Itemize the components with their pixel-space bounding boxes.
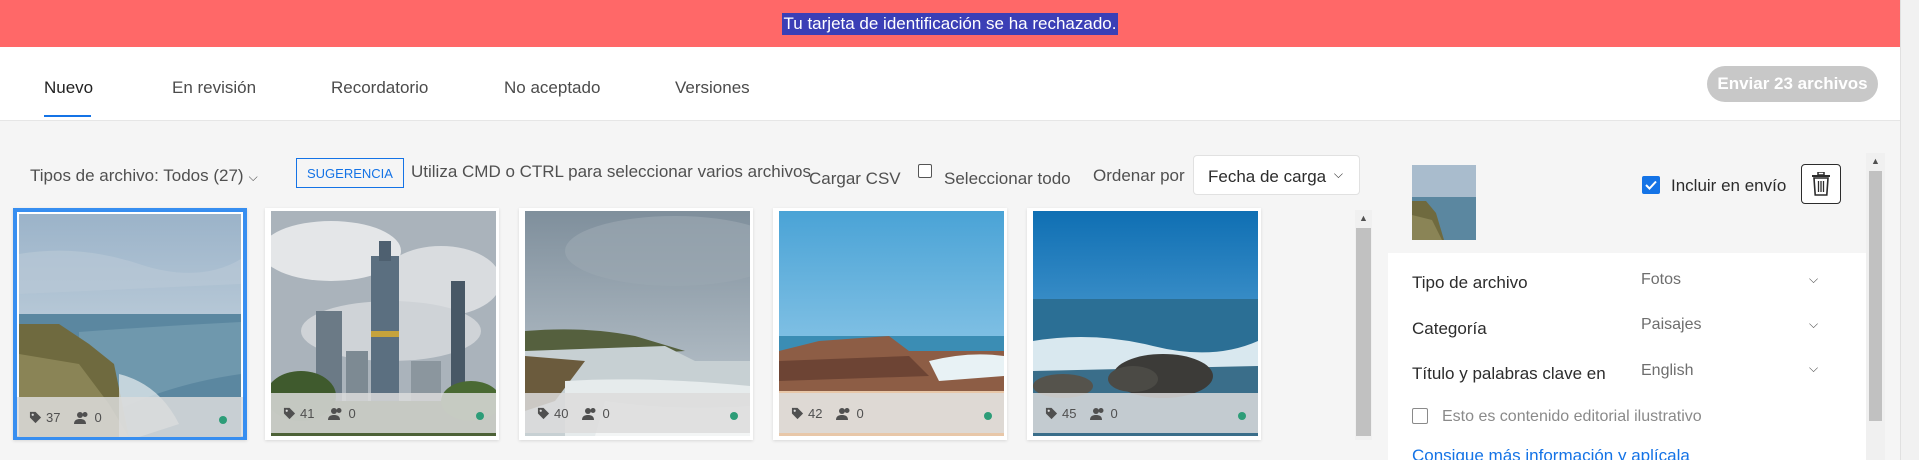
chevron-down-icon[interactable]: ⌵ (1809, 361, 1818, 376)
scroll-up-icon[interactable]: ▲ (1359, 213, 1368, 223)
include-in-submission-checkbox[interactable] (1642, 176, 1660, 194)
asset-card-footer: 37 0 (17, 397, 243, 437)
keyword-count: 37 (46, 409, 61, 425)
people-count: 0 (602, 405, 610, 421)
grid-toolbar: Tipos de archivo: Todos (27) ⌵ SUGERENCIA… (0, 155, 1380, 195)
title-language-label: Título y palabras clave en (1412, 364, 1606, 383)
keyword-count: 45 (1062, 405, 1077, 421)
chevron-down-icon: ⌵ (1333, 167, 1343, 181)
people-count: 0 (348, 405, 356, 421)
panel-scrollbar[interactable]: ▲ (1866, 153, 1885, 460)
asset-card[interactable]: 37 0 (13, 208, 247, 440)
sort-select-value: Fecha de carga (1208, 167, 1327, 186)
tag-icon (29, 411, 42, 423)
asset-card-footer: 45 0 (1033, 393, 1258, 433)
status-ok-dot (984, 412, 992, 420)
file-type-filter-label: Tipos de archivo: Todos (27) (30, 166, 244, 185)
chevron-down-icon[interactable]: ⌵ (1809, 317, 1818, 332)
asset-detail-header: Incluir en envío (1388, 153, 1866, 253)
asset-card[interactable]: 45 0 (1027, 208, 1261, 440)
tab-en-revision[interactable]: En revisión (172, 78, 256, 98)
people-icon (328, 407, 342, 420)
tab-nuevo[interactable]: Nuevo (44, 78, 93, 98)
tag-icon (791, 407, 804, 419)
asset-card-footer: 40 0 (525, 393, 750, 433)
error-banner: Tu tarjeta de identificación se ha recha… (0, 0, 1900, 47)
people-count: 0 (856, 405, 864, 421)
editorial-checkbox[interactable] (1412, 408, 1428, 424)
asset-detail-panel: Incluir en envío Tipo de archivo Fotos ⌵… (1388, 153, 1870, 460)
sort-select[interactable]: Fecha de carga ⌵ (1193, 155, 1360, 195)
hint-badge: SUGERENCIA (296, 158, 404, 188)
status-ok-dot (476, 412, 484, 420)
grid-scrollbar[interactable]: ▲ (1355, 210, 1372, 440)
selected-asset-thumbnail (1412, 165, 1476, 240)
people-icon (582, 407, 596, 420)
hint-text: Utiliza CMD o CTRL para seleccionar vari… (411, 162, 811, 181)
tabs-bar: Nuevo En revisión Recordatorio No acepta… (0, 47, 1900, 121)
send-files-button[interactable]: Enviar 23 archivos (1707, 66, 1878, 102)
file-type-label: Tipo de archivo (1412, 273, 1528, 292)
file-type-select[interactable]: Fotos (1641, 271, 1681, 289)
select-all-label[interactable]: Seleccionar todo (944, 169, 1071, 189)
window-scrollbar[interactable] (1900, 0, 1919, 460)
tag-icon (1045, 407, 1058, 419)
chevron-down-icon[interactable]: ⌵ (1809, 272, 1818, 287)
people-icon (836, 407, 850, 420)
sort-label: Ordenar por (1093, 166, 1185, 185)
chevron-down-icon: ⌵ (248, 170, 258, 184)
tab-no-aceptado[interactable]: No aceptado (504, 78, 600, 98)
asset-card[interactable]: 41 0 (265, 208, 499, 440)
asset-card[interactable]: 42 0 (773, 208, 1007, 440)
people-count: 0 (1110, 405, 1118, 421)
status-ok-dot (219, 416, 227, 424)
error-banner-message: Tu tarjeta de identificación se ha recha… (781, 12, 1119, 35)
editorial-label[interactable]: Esto es contenido editorial ilustrativo (1442, 408, 1702, 426)
tab-recordatorio[interactable]: Recordatorio (331, 78, 428, 98)
upload-csv-link[interactable]: Cargar CSV (809, 169, 901, 189)
category-select[interactable]: Paisajes (1641, 316, 1701, 334)
panel-scrollbar-thumb[interactable] (1869, 171, 1882, 421)
tag-icon (283, 407, 296, 419)
checkmark-icon (1645, 180, 1657, 190)
file-type-filter[interactable]: Tipos de archivo: Todos (27) ⌵ (30, 166, 258, 186)
asset-card-footer: 42 0 (779, 393, 1004, 433)
select-all-checkbox[interactable] (918, 164, 932, 178)
people-icon (74, 411, 88, 424)
tag-icon (537, 407, 550, 419)
asset-card-footer: 41 0 (271, 393, 496, 433)
keyword-count: 40 (554, 405, 569, 421)
status-ok-dot (730, 412, 738, 420)
delete-button[interactable] (1801, 164, 1841, 204)
asset-card[interactable]: 40 0 (519, 208, 753, 440)
active-tab-indicator (44, 115, 91, 117)
learn-more-link[interactable]: Consigue más información y aplícala (1412, 446, 1690, 460)
status-ok-dot (1238, 412, 1246, 420)
category-label: Categoría (1412, 319, 1487, 338)
people-count: 0 (94, 409, 102, 425)
scroll-up-icon[interactable]: ▲ (1871, 156, 1880, 166)
keyword-count: 42 (808, 405, 823, 421)
grid-scrollbar-thumb[interactable] (1356, 228, 1371, 436)
title-language-select[interactable]: English (1641, 362, 1693, 380)
tab-versiones[interactable]: Versiones (675, 78, 750, 98)
include-in-submission-label[interactable]: Incluir en envío (1671, 176, 1786, 196)
keyword-count: 41 (300, 405, 315, 421)
people-icon (1090, 407, 1104, 420)
trash-icon (1812, 172, 1830, 196)
